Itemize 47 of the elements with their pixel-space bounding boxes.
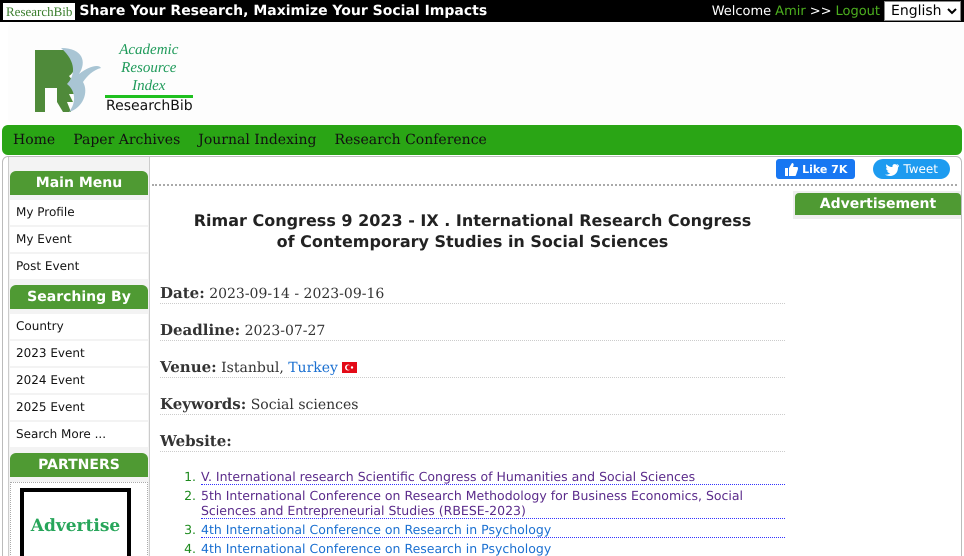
sidebar-item[interactable]: Search More ... (10, 422, 148, 447)
sidebar-item[interactable]: My Profile (10, 200, 148, 225)
event-link[interactable]: V. International research Scientific Congress of Humanities and Social Sciences (201, 469, 785, 485)
sidebar-item[interactable]: 2023 Event (10, 341, 148, 366)
bird-icon (885, 162, 900, 176)
logo-text: Index (131, 77, 166, 95)
sidebar-heading: PARTNERS (10, 453, 148, 477)
sidebar-item[interactable]: 2024 Event (10, 368, 148, 393)
logo-text: Resource (120, 59, 178, 77)
detail-text: Website: (160, 432, 232, 450)
site-badge[interactable]: ResearchBib (3, 2, 76, 20)
logo-name: ResearchBib (105, 95, 193, 114)
advertisement-heading: Advertisement (795, 193, 961, 215)
sidebar-item[interactable]: 2025 Event (10, 395, 148, 420)
nav-link[interactable]: Paper Archives (64, 132, 190, 148)
country-link[interactable]: Turkey (288, 360, 338, 376)
list-number: 2. (183, 488, 196, 505)
event-link[interactable]: 4th International Conference on Research in Psychology (201, 541, 785, 556)
logo-text: Academic (118, 41, 180, 59)
sidebar-heading: Main Menu (10, 171, 148, 195)
sidebar-item[interactable]: My Event (10, 227, 148, 252)
thumbs-up-icon (784, 162, 798, 176)
nav-link[interactable]: Journal Indexing (189, 132, 326, 148)
list-number: 4. (183, 541, 196, 556)
separator-text: >> (810, 4, 832, 18)
user-link[interactable]: Amir (775, 4, 806, 18)
nav-link[interactable]: Home (4, 132, 64, 148)
sidebar-heading: Searching By (10, 285, 148, 309)
list-number: 3. (183, 522, 196, 538)
event-link[interactable]: 5th International Conference on Research Methodology for Business Economics, Social Sciences and Entrepreneurial Studies (RBESE-2023) (201, 488, 785, 519)
detail-text: Date: 2023-09-14 - 2023-09-16 (160, 284, 384, 302)
nav-link[interactable]: Research Conference (325, 132, 496, 148)
like-button[interactable]: Like 7K (776, 159, 856, 179)
logout-link[interactable]: Logout (835, 4, 880, 18)
sidebar-item[interactable]: Post Event (10, 254, 148, 279)
detail-text: Venue: Istanbul, Turkey (160, 358, 338, 376)
event-title: Rimar Congress 9 2023 - IX . International Research Congress of Contemporary Studies in Social Sciences (192, 210, 752, 252)
sidebar-item[interactable]: Country (10, 314, 148, 339)
slogan: Share Your Research, Maximize Your Social Impacts (79, 3, 488, 19)
welcome-text: Welcome (712, 4, 772, 18)
flag-icon (342, 362, 357, 372)
detail-text: Keywords: Social sciences (160, 395, 358, 413)
ad-text: Advertise (30, 516, 120, 538)
event-link[interactable]: 4th International Conference on Research in Psychology (201, 522, 785, 538)
list-number: 1. (183, 469, 196, 485)
detail-text: Deadline: 2023-07-27 (160, 321, 326, 339)
language-select[interactable]: English (884, 1, 961, 21)
